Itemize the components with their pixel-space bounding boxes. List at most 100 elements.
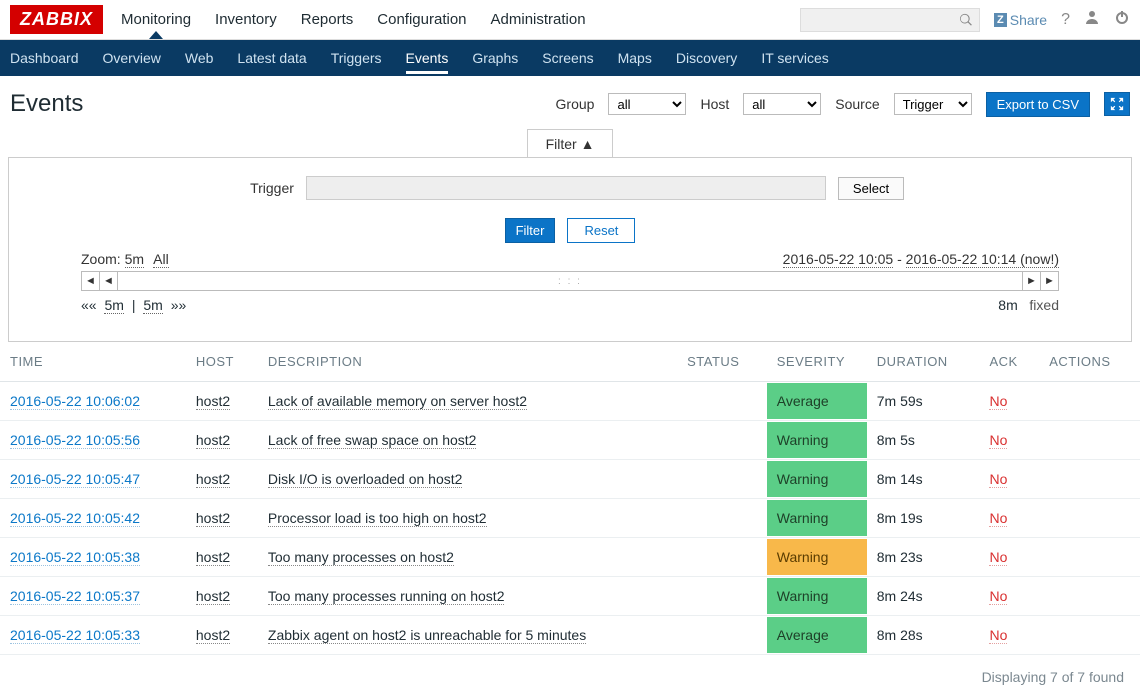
col-duration[interactable]: DURATION: [867, 342, 980, 382]
nav-last[interactable]: »»: [171, 297, 187, 313]
subnav-item-overview[interactable]: Overview: [103, 42, 161, 74]
time-slider[interactable]: ◄ ◄ : : : ► ►: [81, 271, 1059, 291]
subnav-item-triggers[interactable]: Triggers: [331, 42, 382, 74]
subnav-item-web[interactable]: Web: [185, 42, 214, 74]
slider-left-inner[interactable]: ◄: [100, 272, 118, 290]
host-link[interactable]: host2: [196, 471, 230, 488]
filter-toggle[interactable]: Filter ▲: [527, 129, 614, 158]
topnav-item-reports[interactable]: Reports: [301, 1, 354, 38]
event-time-link[interactable]: 2016-05-22 10:05:47: [10, 471, 140, 488]
fullscreen-button[interactable]: [1104, 92, 1130, 116]
ack-link[interactable]: No: [989, 471, 1007, 488]
description-link[interactable]: Too many processes running on host2: [268, 588, 505, 605]
subnav-item-screens[interactable]: Screens: [542, 42, 593, 74]
table-row: 2016-05-22 10:05:47 host2 Disk I/O is over…: [0, 460, 1140, 499]
host-link[interactable]: host2: [196, 393, 230, 410]
subnav-item-discovery[interactable]: Discovery: [676, 42, 737, 74]
time-range-to[interactable]: 2016-05-22 10:14 (now!): [906, 251, 1059, 268]
subnav-item-events[interactable]: Events: [406, 42, 449, 74]
group-select[interactable]: all: [608, 93, 686, 115]
zoom-label: Zoom:: [81, 251, 121, 267]
description-link[interactable]: Lack of free swap space on host2: [268, 432, 477, 449]
reset-button[interactable]: Reset: [567, 218, 635, 243]
logo[interactable]: ZABBIX: [10, 5, 103, 34]
time-range-from[interactable]: 2016-05-22 10:05: [783, 251, 894, 268]
event-time-link[interactable]: 2016-05-22 10:05:37: [10, 588, 140, 605]
ack-link[interactable]: No: [989, 432, 1007, 449]
event-time-link[interactable]: 2016-05-22 10:05:56: [10, 432, 140, 449]
subnav-item-graphs[interactable]: Graphs: [472, 42, 518, 74]
description-link[interactable]: Lack of available memory on server host2: [268, 393, 527, 410]
event-time-link[interactable]: 2016-05-22 10:05:42: [10, 510, 140, 527]
event-time-link[interactable]: 2016-05-22 10:05:38: [10, 549, 140, 566]
duration-cell: 7m 59s: [867, 382, 980, 421]
result-count: Displaying 7 of 7 found: [0, 655, 1140, 699]
slider-right-outer[interactable]: ►: [1040, 272, 1058, 290]
source-select[interactable]: Trigger: [894, 93, 972, 115]
subnav-item-dashboard[interactable]: Dashboard: [10, 42, 79, 74]
topnav-item-monitoring[interactable]: Monitoring: [121, 1, 191, 38]
search-icon: [959, 13, 973, 27]
fixed-label[interactable]: fixed: [1029, 297, 1059, 313]
host-select[interactable]: all: [743, 93, 821, 115]
table-row: 2016-05-22 10:05:37 host2 Too many process…: [0, 577, 1140, 616]
col-severity[interactable]: SEVERITY: [767, 342, 867, 382]
slider-left-outer[interactable]: ◄: [82, 272, 100, 290]
filter-button[interactable]: Filter: [505, 218, 556, 243]
event-time-link[interactable]: 2016-05-22 10:06:02: [10, 393, 140, 410]
trigger-select-button[interactable]: Select: [838, 177, 904, 200]
window-8m: 8m: [998, 297, 1017, 313]
nav-fwd-5m[interactable]: 5m: [143, 297, 162, 314]
help-icon[interactable]: ?: [1061, 11, 1070, 29]
description-link[interactable]: Too many processes on host2: [268, 549, 454, 566]
zoom-5m[interactable]: 5m: [125, 251, 144, 268]
duration-cell: 8m 24s: [867, 577, 980, 616]
description-link[interactable]: Processor load is too high on host2: [268, 510, 487, 527]
col-status[interactable]: STATUS: [677, 342, 767, 382]
col-description[interactable]: DESCRIPTION: [258, 342, 677, 382]
topnav-item-inventory[interactable]: Inventory: [215, 1, 277, 38]
export-csv-button[interactable]: Export to CSV: [986, 92, 1090, 117]
ack-link[interactable]: No: [989, 549, 1007, 566]
severity-badge: Warning: [767, 539, 867, 575]
nav-first[interactable]: ««: [81, 297, 97, 313]
power-icon[interactable]: [1114, 9, 1130, 30]
host-link[interactable]: host2: [196, 588, 230, 605]
host-link[interactable]: host2: [196, 627, 230, 644]
topbar-right: ZShare ?: [800, 8, 1130, 32]
host-link[interactable]: host2: [196, 510, 230, 527]
col-ack[interactable]: ACK: [979, 342, 1039, 382]
ack-link[interactable]: No: [989, 627, 1007, 644]
ack-link[interactable]: No: [989, 393, 1007, 410]
event-time-link[interactable]: 2016-05-22 10:05:33: [10, 627, 140, 644]
subnav-item-latest-data[interactable]: Latest data: [237, 42, 306, 74]
search-input[interactable]: [800, 8, 980, 32]
status-cell: [677, 382, 767, 421]
description-link[interactable]: Zabbix agent on host2 is unreachable for…: [268, 627, 586, 644]
ack-link[interactable]: No: [989, 510, 1007, 527]
trigger-filter-input[interactable]: [306, 176, 826, 200]
nav-back-5m[interactable]: 5m: [104, 297, 123, 314]
col-host[interactable]: HOST: [186, 342, 258, 382]
description-link[interactable]: Disk I/O is overloaded on host2: [268, 471, 463, 488]
ack-link[interactable]: No: [989, 588, 1007, 605]
zoom-all[interactable]: All: [153, 251, 169, 268]
col-actions[interactable]: ACTIONS: [1039, 342, 1140, 382]
slider-track[interactable]: : : :: [118, 276, 1022, 287]
user-icon[interactable]: [1084, 9, 1100, 30]
actions-cell: [1039, 577, 1140, 616]
fullscreen-icon: [1110, 97, 1124, 111]
topbar: ZABBIX Monitoring Inventory Reports Configu…: [0, 0, 1140, 40]
slider-right-inner[interactable]: ►: [1022, 272, 1040, 290]
table-row: 2016-05-22 10:06:02 host2 Lack of availabl…: [0, 382, 1140, 421]
table-row: 2016-05-22 10:05:33 host2 Zabbix agent on …: [0, 616, 1140, 655]
subnav-item-it-services[interactable]: IT services: [761, 42, 828, 74]
share-link[interactable]: ZShare: [994, 12, 1047, 28]
host-link[interactable]: host2: [196, 432, 230, 449]
host-label: Host: [700, 96, 729, 112]
topnav-item-administration[interactable]: Administration: [491, 1, 586, 38]
col-time[interactable]: TIME: [0, 342, 186, 382]
topnav-item-configuration[interactable]: Configuration: [377, 1, 466, 38]
host-link[interactable]: host2: [196, 549, 230, 566]
subnav-item-maps[interactable]: Maps: [618, 42, 652, 74]
